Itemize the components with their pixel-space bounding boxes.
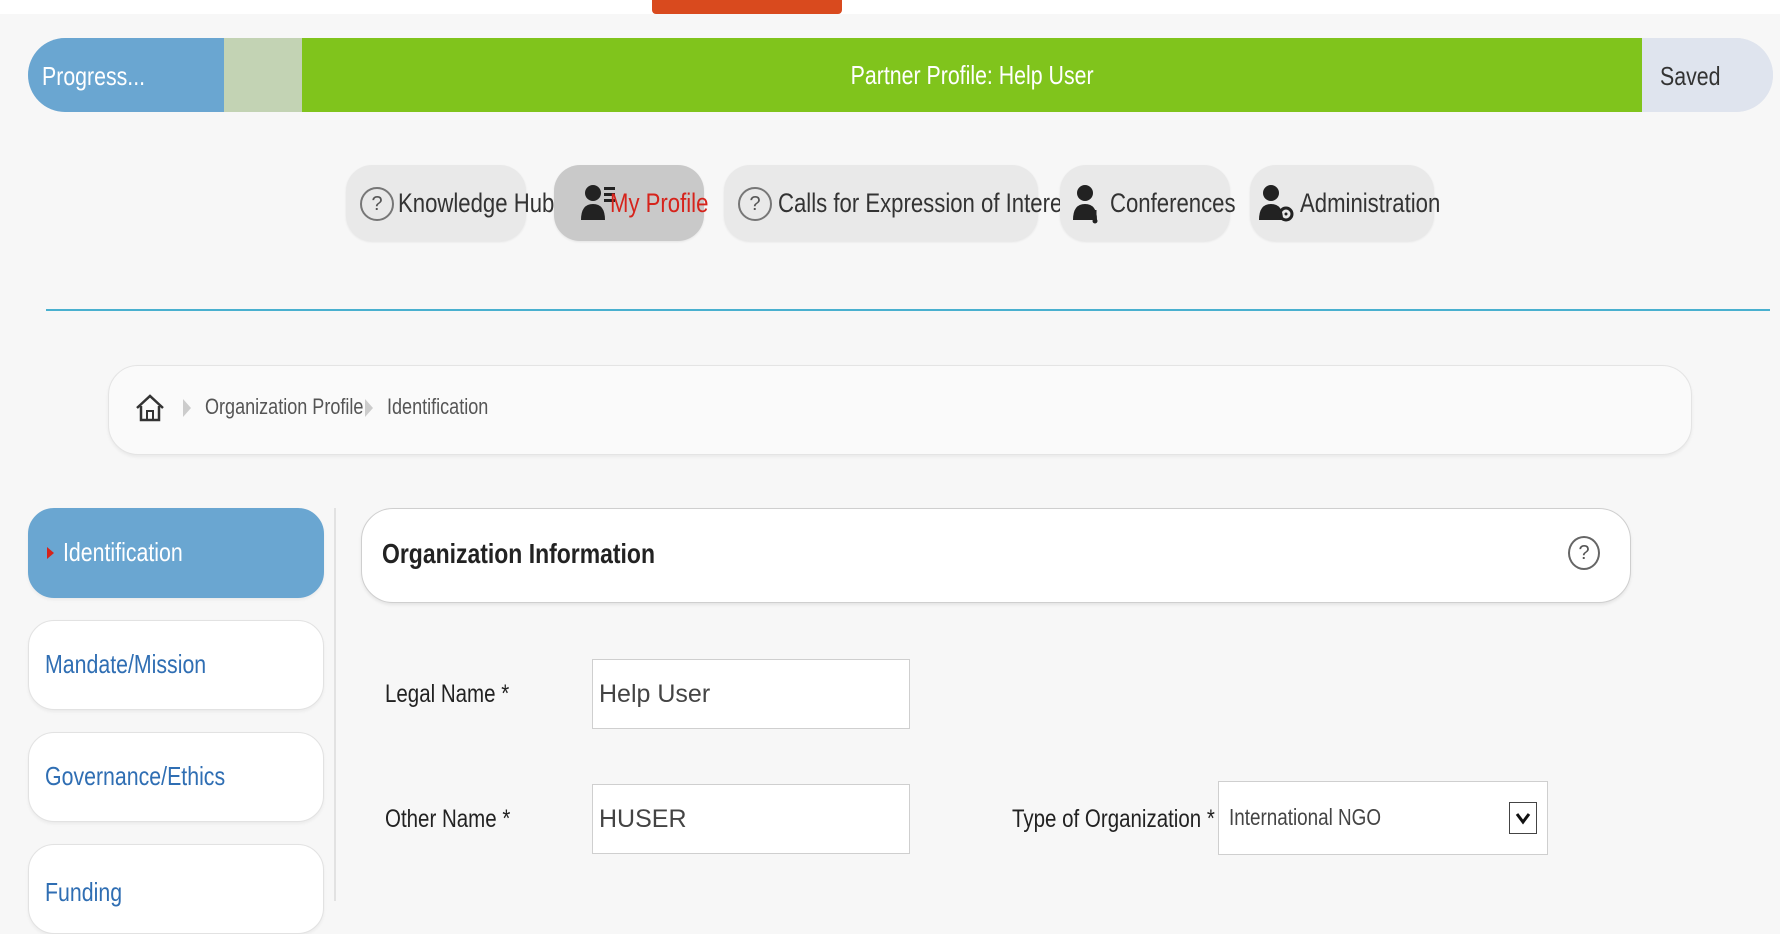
sidebar-item-governance-ethics[interactable]: Governance/Ethics (28, 732, 324, 822)
user-gear-icon (1259, 185, 1294, 222)
tab-label: Conferences (1110, 188, 1236, 218)
sidebar-item-funding[interactable]: Funding (28, 844, 324, 934)
tab-knowledge-hub[interactable]: ? Knowledge Hub (346, 165, 554, 241)
progress-label: Progress... (42, 61, 146, 91)
tab-conferences[interactable]: Conferences (1060, 165, 1236, 241)
home-icon[interactable] (133, 391, 167, 425)
legal-name-label: Legal Name * (385, 680, 510, 708)
caption-highlight-box (652, 0, 842, 14)
tab-label: Knowledge Hub (398, 188, 555, 218)
breadcrumb: Organization Profile Identification (108, 365, 1692, 455)
help-circle-icon[interactable]: ? (1568, 536, 1600, 570)
other-name-input[interactable] (592, 784, 910, 854)
sidebar-item-mandate-mission[interactable]: Mandate/Mission (28, 620, 324, 710)
breadcrumb-identification[interactable]: Identification (387, 394, 488, 420)
progress-status-segment: Saved (1642, 38, 1773, 112)
progress-title: Partner Profile: Help User (850, 60, 1094, 90)
progress-label-segment: Progress... (28, 38, 224, 112)
save-status: Saved (1660, 61, 1721, 91)
breadcrumb-organization-profile[interactable]: Organization Profile (205, 394, 363, 420)
section-header: Organization Information ? (361, 508, 1631, 603)
tab-label: My Profile (610, 188, 709, 218)
sidebar-divider (334, 508, 336, 901)
other-name-label: Other Name * (385, 805, 511, 833)
tab-my-profile[interactable]: My Profile (554, 165, 708, 241)
sidebar-item-identification[interactable]: Identification (28, 508, 324, 598)
tab-administration[interactable]: Administration (1250, 165, 1440, 241)
sidebar-item-label: Identification (63, 537, 183, 567)
nav-divider (46, 309, 1770, 311)
org-type-value: International NGO (1229, 804, 1382, 830)
user-headset-icon (1073, 185, 1098, 224)
progress-bar: Progress... Partner Profile: Help User S… (28, 38, 1773, 112)
top-caption-strip (0, 0, 1780, 14)
section-title: Organization Information (382, 538, 655, 569)
org-type-label: Type of Organization * (1012, 805, 1215, 833)
tab-label: Calls for Expression of Interest (778, 188, 1080, 218)
progress-fill-segment: Partner Profile: Help User (302, 38, 1642, 112)
sidebar-item-label: Governance/Ethics (45, 761, 226, 791)
help-circle-icon: ? (738, 187, 772, 221)
tab-calls-for-expression-of-interest[interactable]: ? Calls for Expression of Interest (724, 165, 1079, 241)
active-arrow-icon (47, 547, 54, 559)
tab-label: Administration (1300, 188, 1441, 218)
sidebar-item-label: Funding (45, 877, 123, 907)
sidebar-item-label: Mandate/Mission (45, 649, 207, 679)
breadcrumb-separator (183, 399, 191, 417)
org-type-select[interactable]: International NGO (1218, 781, 1548, 855)
help-circle-icon: ? (360, 187, 394, 221)
breadcrumb-separator (365, 399, 373, 417)
legal-name-input[interactable] (592, 659, 910, 729)
chevron-down-icon[interactable] (1509, 802, 1537, 834)
progress-pending-segment (224, 38, 302, 112)
